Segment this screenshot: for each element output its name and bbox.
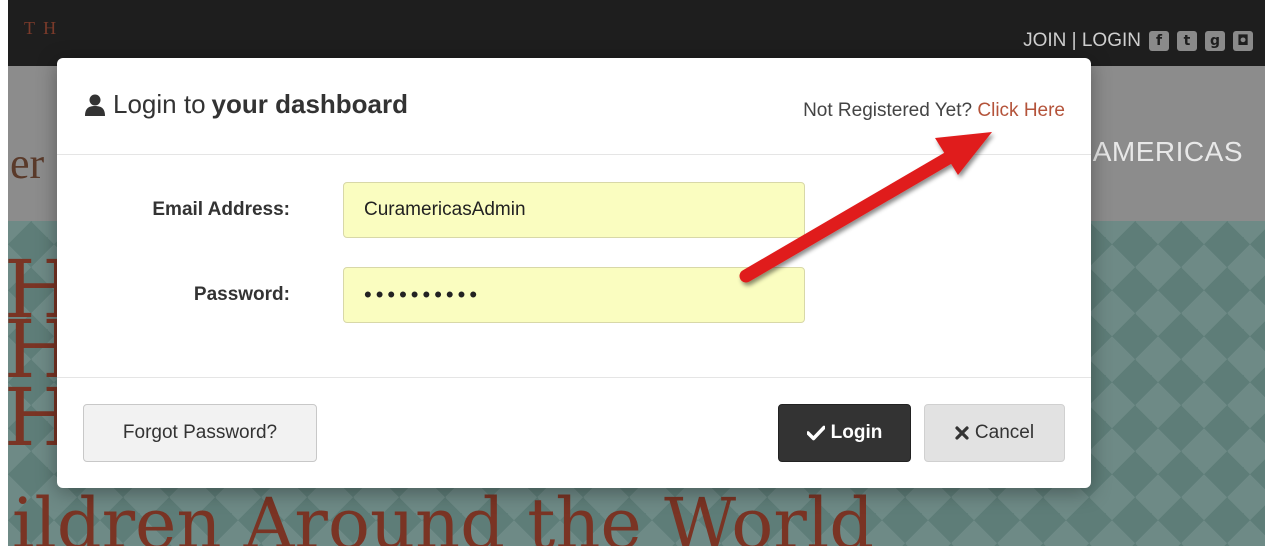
- check-icon: [806, 425, 825, 441]
- instagram-icon[interactable]: ◘: [1233, 31, 1253, 51]
- twitter-icon[interactable]: t: [1177, 31, 1197, 51]
- cancel-label: Cancel: [974, 422, 1035, 443]
- screenshot-frame: T H JOIN | LOGIN f t g ◘ er AMERICAS H H…: [0, 0, 1265, 546]
- nav-brand-fragment: er: [10, 139, 45, 188]
- modal-title-prefix: Login to: [113, 89, 206, 119]
- close-icon: [955, 426, 969, 440]
- facebook-icon[interactable]: f: [1149, 31, 1169, 51]
- googleplus-icon[interactable]: g: [1205, 31, 1225, 51]
- register-prompt: Not Registered Yet? Click Here: [803, 100, 1065, 122]
- modal-title-bold: your dashboard: [211, 89, 409, 119]
- modal-header: Login to your dashboard Not Registered Y…: [57, 58, 1091, 155]
- forgot-password-label: Forgot Password?: [122, 422, 278, 443]
- login-button[interactable]: Login: [778, 404, 911, 462]
- modal-footer: Forgot Password? Login Cancel: [57, 378, 1091, 488]
- nav-item-americas[interactable]: AMERICAS: [1093, 136, 1243, 168]
- modal-title: Login to your dashboard: [83, 89, 408, 120]
- login-label: Login: [830, 422, 883, 443]
- cancel-button[interactable]: Cancel: [924, 404, 1065, 462]
- user-icon: [85, 94, 105, 116]
- email-label: Email Address:: [152, 199, 290, 220]
- register-link[interactable]: Click Here: [977, 100, 1065, 121]
- password-field[interactable]: ••••••••••: [343, 267, 805, 323]
- brand-logo-fragment: T H: [24, 18, 59, 38]
- password-row: Password: ••••••••••: [57, 267, 1091, 325]
- modal-body: Email Address: CuramericasAdmin Password…: [57, 155, 1091, 378]
- hero-title: ildren Around the World: [12, 483, 875, 546]
- email-field[interactable]: CuramericasAdmin: [343, 182, 805, 238]
- password-label: Password:: [193, 284, 290, 305]
- site-top-bar: T H JOIN | LOGIN f t g ◘: [8, 0, 1265, 66]
- email-row: Email Address: CuramericasAdmin: [57, 182, 1091, 240]
- join-login-link[interactable]: JOIN | LOGIN: [1023, 30, 1141, 52]
- register-prompt-text: Not Registered Yet?: [803, 100, 978, 121]
- top-links: JOIN | LOGIN f t g ◘: [1023, 30, 1253, 52]
- login-modal: Login to your dashboard Not Registered Y…: [57, 58, 1091, 488]
- forgot-password-button[interactable]: Forgot Password?: [83, 404, 317, 462]
